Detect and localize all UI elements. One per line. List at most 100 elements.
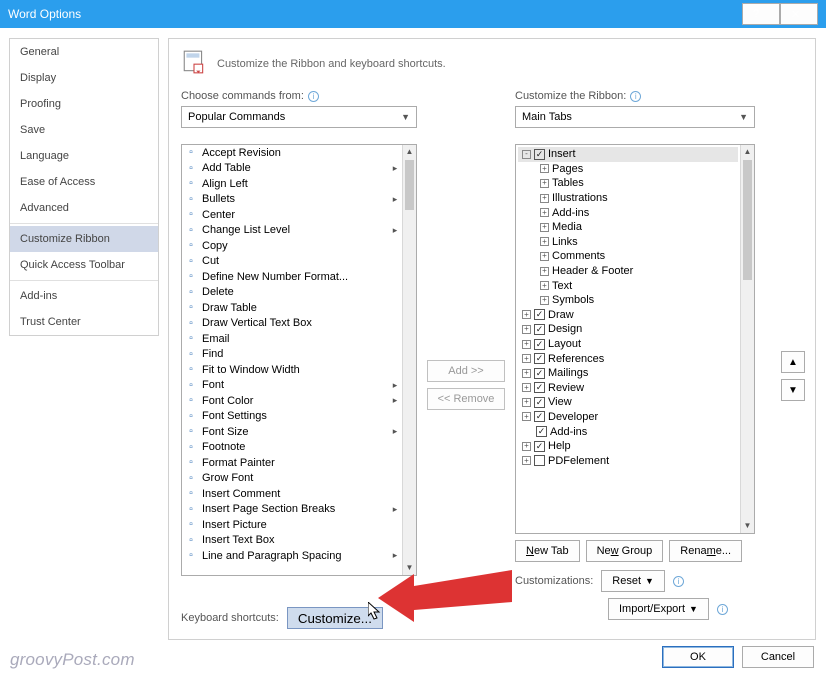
sidebar-item-language[interactable]: Language <box>10 143 158 169</box>
expand-icon[interactable]: + <box>540 179 549 188</box>
expand-icon[interactable]: + <box>522 340 531 349</box>
tree-node[interactable]: +Text <box>518 278 738 293</box>
expand-icon[interactable]: + <box>522 412 531 421</box>
list-item[interactable]: ▫Draw Table <box>182 300 402 316</box>
new-tab-button[interactable]: New Tab <box>515 540 580 562</box>
move-down-button[interactable]: ▼ <box>781 379 805 401</box>
expand-icon[interactable]: + <box>522 442 531 451</box>
checkbox[interactable]: ✓ <box>534 397 545 408</box>
list-item[interactable]: ▫Format Painter <box>182 455 402 471</box>
info-icon[interactable]: i <box>673 576 684 587</box>
list-item[interactable]: ▫Insert Page Section Breaks▸ <box>182 502 402 518</box>
expand-icon[interactable]: + <box>540 164 549 173</box>
tree-node[interactable]: -✓Insert <box>518 147 738 162</box>
expand-icon[interactable]: + <box>522 325 531 334</box>
expand-icon[interactable]: + <box>540 252 549 261</box>
tree-node[interactable]: +Pages <box>518 162 738 177</box>
list-item[interactable]: ▫Align Left <box>182 176 402 192</box>
expand-icon[interactable]: + <box>522 354 531 363</box>
checkbox[interactable]: ✓ <box>534 324 545 335</box>
list-item[interactable]: ▫Font Color▸ <box>182 393 402 409</box>
list-item[interactable]: ▫Insert Text Box <box>182 533 402 549</box>
scroll-thumb[interactable] <box>405 160 414 210</box>
list-item[interactable]: ▫Cut <box>182 254 402 270</box>
info-icon[interactable]: i <box>308 91 319 102</box>
scroll-up-icon[interactable]: ▲ <box>403 145 416 159</box>
checkbox[interactable]: ✓ <box>534 149 545 160</box>
expand-icon[interactable]: + <box>522 310 531 319</box>
list-item[interactable]: ▫Font Size▸ <box>182 424 402 440</box>
expand-icon[interactable]: + <box>540 296 549 305</box>
sidebar-item-general[interactable]: General <box>10 39 158 65</box>
scroll-down-icon[interactable]: ▼ <box>741 519 754 533</box>
scrollbar[interactable]: ▲ ▼ <box>402 145 416 575</box>
tree-node[interactable]: +✓View <box>518 395 738 410</box>
list-item[interactable]: ▫Footnote <box>182 440 402 456</box>
tree-node[interactable]: +✓Draw <box>518 308 738 323</box>
expand-icon[interactable]: + <box>522 398 531 407</box>
list-item[interactable]: ▫Define New Number Format... <box>182 269 402 285</box>
list-item[interactable]: ▫Fit to Window Width <box>182 362 402 378</box>
info-icon[interactable]: i <box>630 91 641 102</box>
list-item[interactable]: ▫Font Settings <box>182 409 402 425</box>
scroll-thumb[interactable] <box>743 160 752 280</box>
choose-commands-dropdown[interactable]: Popular Commands ▼ <box>181 106 417 128</box>
sidebar-item-advanced[interactable]: Advanced <box>10 195 158 221</box>
tree-node[interactable]: +Add-ins <box>518 205 738 220</box>
checkbox[interactable]: ✓ <box>534 309 545 320</box>
sidebar-item-trust-center[interactable]: Trust Center <box>10 309 158 335</box>
import-export-dropdown[interactable]: Import/Export ▼ <box>608 598 709 620</box>
tree-node[interactable]: +Illustrations <box>518 191 738 206</box>
ok-button[interactable]: OK <box>662 646 734 668</box>
tree-node[interactable]: +Header & Footer <box>518 264 738 279</box>
tree-node[interactable]: +✓Review <box>518 381 738 396</box>
list-item[interactable]: ▫Add Table▸ <box>182 161 402 177</box>
tree-node[interactable]: +✓References <box>518 351 738 366</box>
commands-listbox[interactable]: ▫Accept Revision▫Add Table▸▫Align Left▫B… <box>181 144 417 576</box>
list-item[interactable]: ▫Find <box>182 347 402 363</box>
expand-icon[interactable]: + <box>540 194 549 203</box>
rename-button[interactable]: Rename... <box>669 540 742 562</box>
expand-icon[interactable]: + <box>540 281 549 290</box>
list-item[interactable]: ▫Line and Paragraph Spacing▸ <box>182 548 402 564</box>
expand-icon[interactable]: + <box>540 223 549 232</box>
sidebar-item-quick-access-toolbar[interactable]: Quick Access Toolbar <box>10 252 158 278</box>
checkbox[interactable]: ✓ <box>534 339 545 350</box>
customize-keyboard-button[interactable]: Customize... <box>287 607 383 629</box>
tree-node[interactable]: ✓Add-ins <box>518 424 738 439</box>
ribbon-tree[interactable]: -✓Insert+Pages+Tables+Illustrations+Add-… <box>515 144 755 534</box>
tree-node[interactable]: +Links <box>518 235 738 250</box>
help-button[interactable]: ? <box>742 3 780 25</box>
remove-button[interactable]: << Remove <box>427 388 505 410</box>
new-group-button[interactable]: New Group <box>586 540 664 562</box>
sidebar-item-save[interactable]: Save <box>10 117 158 143</box>
checkbox[interactable]: ✓ <box>534 441 545 452</box>
expand-icon[interactable]: + <box>540 208 549 217</box>
sidebar-item-ease-of-access[interactable]: Ease of Access <box>10 169 158 195</box>
cancel-button[interactable]: Cancel <box>742 646 814 668</box>
sidebar-item-add-ins[interactable]: Add-ins <box>10 283 158 309</box>
reset-dropdown[interactable]: Reset ▼ <box>601 570 665 592</box>
expand-icon[interactable]: + <box>540 267 549 276</box>
checkbox[interactable]: ✓ <box>534 368 545 379</box>
checkbox[interactable]: ✓ <box>534 382 545 393</box>
list-item[interactable]: ▫Change List Level▸ <box>182 223 402 239</box>
expand-icon[interactable]: + <box>522 456 531 465</box>
expand-icon[interactable]: - <box>522 150 531 159</box>
tree-node[interactable]: +Comments <box>518 249 738 264</box>
expand-icon[interactable]: + <box>522 383 531 392</box>
list-item[interactable]: ▫Insert Comment <box>182 486 402 502</box>
add-button[interactable]: Add >> <box>427 360 505 382</box>
close-button[interactable]: ✕ <box>780 3 818 25</box>
checkbox[interactable] <box>534 455 545 466</box>
tree-node[interactable]: +Media <box>518 220 738 235</box>
checkbox[interactable]: ✓ <box>534 411 545 422</box>
tree-node[interactable]: +✓Help <box>518 439 738 454</box>
customize-ribbon-dropdown[interactable]: Main Tabs ▼ <box>515 106 755 128</box>
list-item[interactable]: ▫Delete <box>182 285 402 301</box>
info-icon[interactable]: i <box>717 604 728 615</box>
tree-node[interactable]: +✓Mailings <box>518 366 738 381</box>
tree-node[interactable]: +PDFelement <box>518 453 738 468</box>
list-item[interactable]: ▫Copy <box>182 238 402 254</box>
expand-icon[interactable]: + <box>540 237 549 246</box>
